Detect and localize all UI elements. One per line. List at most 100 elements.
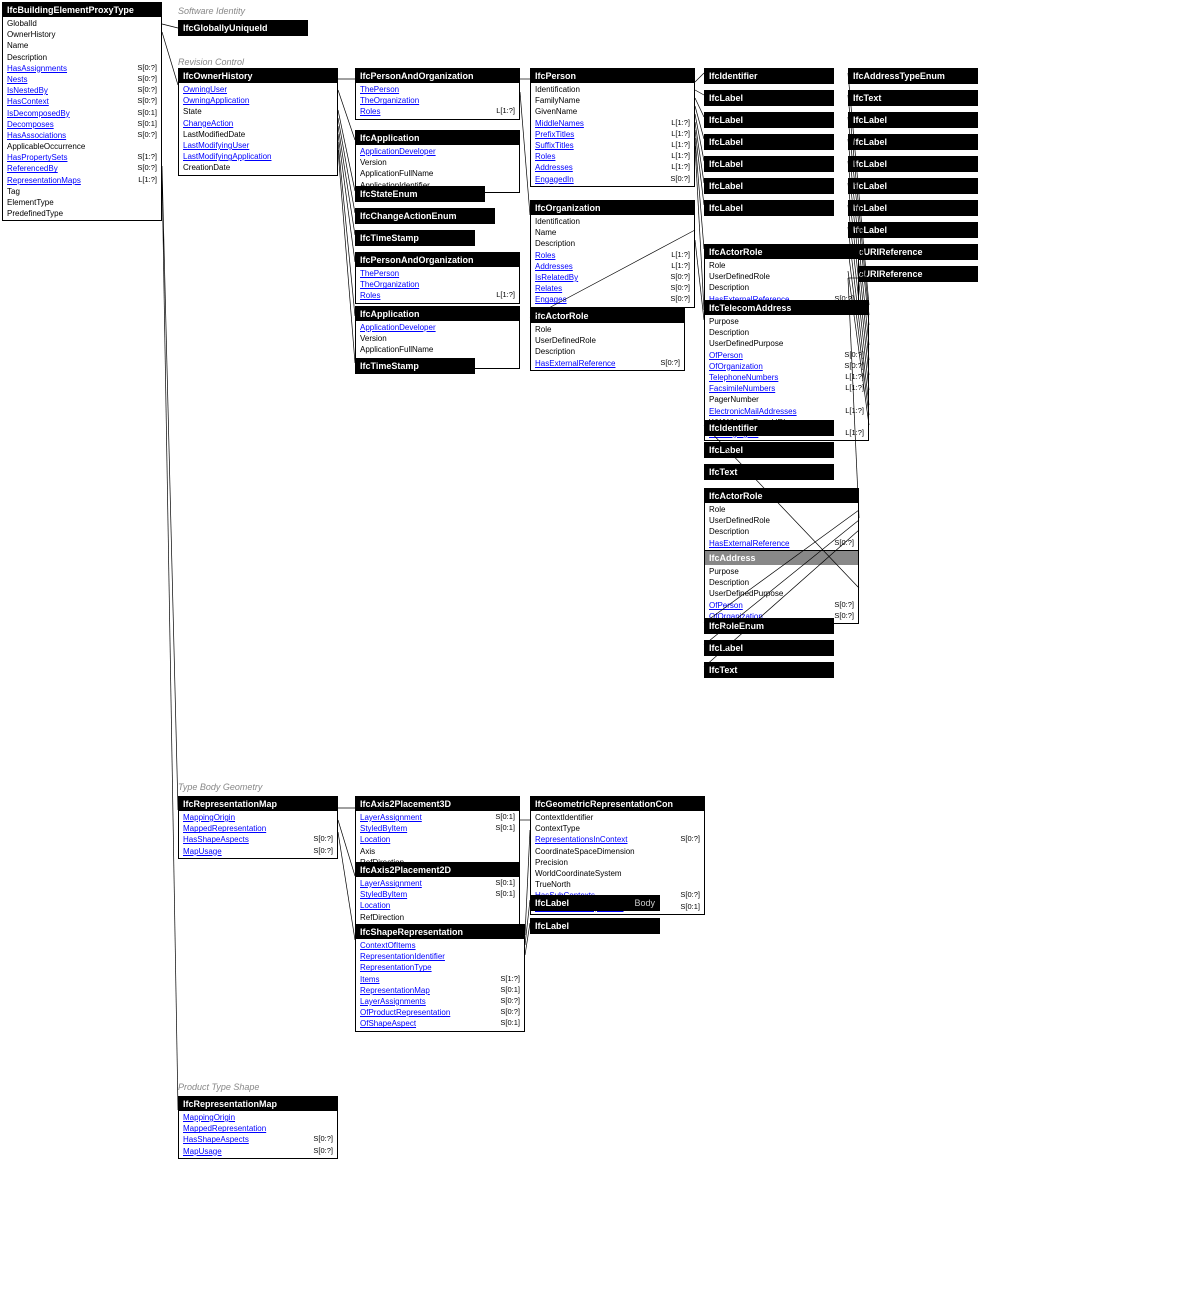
uri-ref2-box: IfcURIReference xyxy=(848,266,978,282)
label14-box: IfcLabel xyxy=(704,640,834,656)
label11-header: IfcLabel xyxy=(849,201,977,215)
section-software-identity: Software Identity xyxy=(178,6,245,16)
person-body: Identification FamilyName GivenName Midd… xyxy=(531,83,694,186)
geom-repr-context-header: IfcGeometricRepresentationCon xyxy=(531,797,704,811)
section-type-body-geometry: Type Body Geometry xyxy=(178,782,262,792)
owner-history-body: OwningUser OwningApplication State Chang… xyxy=(179,83,337,175)
text1-header: IfcText xyxy=(849,91,977,105)
globally-unique-id-header: IfcGloballyUniqueId xyxy=(179,21,307,35)
identifier2-header: IfcIdentifier xyxy=(705,421,833,435)
shape-repr-box: IfcShapeRepresentation ContextOfItems Re… xyxy=(355,924,525,1032)
actor-role2-header: IfcActorRole xyxy=(705,489,858,503)
state-enum-box: IfcStateEnum xyxy=(355,186,485,202)
repr-map1-box: IfcRepresentationMap MappingOrigin Mappe… xyxy=(178,796,338,859)
address-type-enum-header: IfcAddressTypeEnum xyxy=(849,69,977,83)
telecom-address-header: IfcTelecomAddress xyxy=(705,301,868,315)
label13-header: IfcLabel xyxy=(705,443,833,457)
uri-ref1-box: IfcURIReference xyxy=(848,244,978,260)
diagram-container: Software Identity Revision Control Type … xyxy=(0,0,1184,1304)
axis2-2d-header: IfcAxis2Placement2D xyxy=(356,863,519,877)
person-and-org1-header: IfcPersonAndOrganization xyxy=(356,69,519,83)
application1-box: IfcApplication ApplicationDeveloper Vers… xyxy=(355,130,520,193)
organization-body: Identification Name Description RolesL[1… xyxy=(531,215,694,307)
label1-box: IfcLabel xyxy=(704,90,834,106)
repr-map1-header: IfcRepresentationMap xyxy=(179,797,337,811)
axis2-3d-box: IfcAxis2Placement3D LayerAssignmentS[0:1… xyxy=(355,796,520,870)
application1-header: IfcApplication xyxy=(356,131,519,145)
label10-header: IfcLabel xyxy=(849,179,977,193)
section-product-type-shape: Product Type Shape xyxy=(178,1082,259,1092)
timestamp2-box: IfcTimeStamp xyxy=(355,358,475,374)
role-enum-header: IfcRoleEnum xyxy=(705,619,833,633)
main-class-header: IfcBuildingElementProxyType xyxy=(3,3,161,17)
shape-repr-header: IfcShapeRepresentation xyxy=(356,925,524,939)
identifier1-header: IfcIdentifier xyxy=(705,69,833,83)
label2-header: IfcLabel xyxy=(705,113,833,127)
timestamp2-header: IfcTimeStamp xyxy=(356,359,474,373)
person-and-org2-box: IfcPersonAndOrganization ThePerson TheOr… xyxy=(355,252,520,304)
state-enum-header: IfcStateEnum xyxy=(356,187,484,201)
actor-role3-box: IfcActorRole Role UserDefinedRole Descri… xyxy=(530,308,685,371)
label13-box: IfcLabel xyxy=(704,442,834,458)
text1-box: IfcText xyxy=(848,90,978,106)
axis2-2d-body: LayerAssignmentS[0:1] StyledByItemS[0:1]… xyxy=(356,877,519,924)
label2-box: IfcLabel xyxy=(704,112,834,128)
label5-box: IfcLabel xyxy=(704,178,834,194)
text3-box: IfcText xyxy=(704,662,834,678)
label-repr-box: IfcLabel xyxy=(530,918,660,934)
label12-header: IfcLabel xyxy=(849,223,977,237)
label3-header: IfcLabel xyxy=(705,135,833,149)
label9-box: IfcLabel xyxy=(848,156,978,172)
change-action-enum-header: IfcChangeActionEnum xyxy=(356,209,494,223)
person-and-org2-body: ThePerson TheOrganization RolesL[1:?] xyxy=(356,267,519,303)
label8-header: IfcLabel xyxy=(849,135,977,149)
identifier2-box: IfcIdentifier xyxy=(704,420,834,436)
repr-map2-box: IfcRepresentationMap MappingOrigin Mappe… xyxy=(178,1096,338,1159)
label9-header: IfcLabel xyxy=(849,157,977,171)
label6-header: IfcLabel xyxy=(705,201,833,215)
actor-role1-header: IfcActorRole xyxy=(705,245,858,259)
label-body-header: IfcLabelBody xyxy=(531,896,659,910)
actor-role3-body: Role UserDefinedRole Description HasExte… xyxy=(531,323,684,370)
organization-header: IfcOrganization xyxy=(531,201,694,215)
label5-header: IfcLabel xyxy=(705,179,833,193)
role-enum-box: IfcRoleEnum xyxy=(704,618,834,634)
address-box: IfcAddress Purpose Description UserDefin… xyxy=(704,550,859,624)
label12-box: IfcLabel xyxy=(848,222,978,238)
address-type-enum-box: IfcAddressTypeEnum xyxy=(848,68,978,84)
actor-role3-header: IfcActorRole xyxy=(531,309,684,323)
label4-box: IfcLabel xyxy=(704,156,834,172)
person-and-org1-box: IfcPersonAndOrganization ThePerson TheOr… xyxy=(355,68,520,120)
person-header: IfcPerson xyxy=(531,69,694,83)
owner-history-box: IfcOwnerHistory OwningUser OwningApplica… xyxy=(178,68,338,176)
label10-box: IfcLabel xyxy=(848,178,978,194)
label6-box: IfcLabel xyxy=(704,200,834,216)
label14-header: IfcLabel xyxy=(705,641,833,655)
label3-box: IfcLabel xyxy=(704,134,834,150)
person-and-org1-body: ThePerson TheOrganization RolesL[1:?] xyxy=(356,83,519,119)
timestamp1-header: IfcTimeStamp xyxy=(356,231,474,245)
person-box: IfcPerson Identification FamilyName Give… xyxy=(530,68,695,187)
repr-map2-header: IfcRepresentationMap xyxy=(179,1097,337,1111)
axis2-3d-body: LayerAssignmentS[0:1] StyledByItemS[0:1]… xyxy=(356,811,519,869)
uri-ref1-header: IfcURIReference xyxy=(849,245,977,259)
label4-header: IfcLabel xyxy=(705,157,833,171)
section-revision-control: Revision Control xyxy=(178,57,244,67)
uri-ref2-header: IfcURIReference xyxy=(849,267,977,281)
main-class-box: IfcBuildingElementProxyType GlobalId Own… xyxy=(2,2,162,221)
repr-map1-body: MappingOrigin MappedRepresentation HasSh… xyxy=(179,811,337,858)
repr-map2-body: MappingOrigin MappedRepresentation HasSh… xyxy=(179,1111,337,1158)
text2-header: IfcText xyxy=(705,465,833,479)
label7-box: IfcLabel xyxy=(848,112,978,128)
globally-unique-id-box: IfcGloballyUniqueId xyxy=(178,20,308,36)
actor-role1-box: IfcActorRole Role UserDefinedRole Descri… xyxy=(704,244,859,307)
actor-role1-body: Role UserDefinedRole Description HasExte… xyxy=(705,259,858,306)
change-action-enum-box: IfcChangeActionEnum xyxy=(355,208,495,224)
label8-box: IfcLabel xyxy=(848,134,978,150)
text2-box: IfcText xyxy=(704,464,834,480)
address-body: Purpose Description UserDefinedPurpose O… xyxy=(705,565,858,623)
application2-header: IfcApplication xyxy=(356,307,519,321)
shape-repr-body: ContextOfItems RepresentationIdentifier … xyxy=(356,939,524,1031)
text3-header: IfcText xyxy=(705,663,833,677)
label1-header: IfcLabel xyxy=(705,91,833,105)
